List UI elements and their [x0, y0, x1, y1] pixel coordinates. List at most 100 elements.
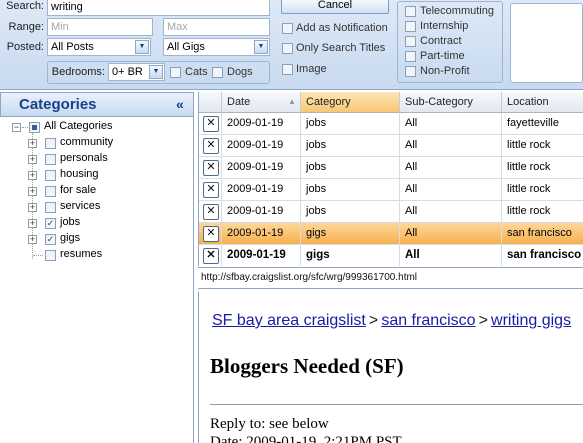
community-checkbox[interactable]: [45, 138, 56, 149]
cell-location: san francisco: [502, 223, 583, 245]
internship-checkbox[interactable]: [405, 21, 416, 32]
only-titles-checkbox[interactable]: [282, 43, 293, 54]
tree-item-resumes[interactable]: resumes: [60, 248, 102, 264]
posted-select[interactable]: All Posts ▼: [47, 38, 151, 56]
partial-check-icon: [32, 125, 37, 130]
column-header-location[interactable]: Location: [502, 92, 583, 113]
jobs-checkbox[interactable]: ✓: [45, 218, 56, 229]
tree-item-jobs[interactable]: jobs: [60, 216, 80, 232]
delete-row-icon[interactable]: ✕: [203, 182, 219, 198]
expand-icon[interactable]: +: [28, 139, 37, 148]
gigs-select-value: All Gigs: [167, 41, 205, 53]
column-header-category-label: Category: [306, 96, 351, 108]
only-titles-label: Only Search Titles: [296, 42, 386, 54]
column-header-subcategory[interactable]: Sub-Category: [400, 92, 502, 113]
range-max-input[interactable]: Max: [163, 18, 270, 36]
gigs-checkbox[interactable]: ✓: [45, 234, 56, 245]
part-time-checkbox[interactable]: [405, 51, 416, 62]
chevron-down-icon[interactable]: ▼: [149, 65, 163, 79]
chevron-down-icon[interactable]: ▼: [254, 40, 268, 54]
breadcrumb-link-sfbay[interactable]: SF bay area craigslist: [212, 312, 366, 329]
image-checkbox[interactable]: [282, 64, 293, 75]
table-row[interactable]: ✕ 2009-01-19 gigs All san francisco: [199, 223, 583, 245]
sort-asc-icon: ▲: [288, 97, 296, 106]
cats-checkbox[interactable]: [170, 67, 181, 78]
listings-grid: Date ▲ Category Sub-Category Location ✕ 2…: [198, 92, 583, 266]
table-row[interactable]: ✕ 2009-01-19 gigs All san francisco: [199, 245, 583, 266]
add-notification-checkbox[interactable]: [282, 23, 293, 34]
chevron-down-icon[interactable]: ▼: [135, 40, 149, 54]
expand-icon[interactable]: +: [28, 219, 37, 228]
table-row[interactable]: ✕ 2009-01-19 jobs All little rock: [199, 201, 583, 223]
table-row[interactable]: ✕ 2009-01-19 jobs All little rock: [199, 179, 583, 201]
expand-icon[interactable]: +: [28, 187, 37, 196]
listing-preview: SF bay area craigslist > san francisco >…: [198, 292, 583, 443]
collapse-panel-icon[interactable]: «: [176, 96, 184, 112]
tree-item-gigs[interactable]: gigs: [60, 232, 80, 248]
telecommuting-checkbox[interactable]: [405, 6, 416, 17]
all-categories-checkbox[interactable]: [29, 122, 40, 133]
contract-label: Contract: [420, 35, 462, 47]
tree-item-for-sale[interactable]: for sale: [60, 184, 96, 200]
cancel-button[interactable]: Cancel: [281, 0, 389, 14]
breadcrumb-separator: >: [478, 312, 488, 329]
posted-label: Posted:: [6, 41, 44, 53]
personals-checkbox[interactable]: [45, 154, 56, 165]
delete-row-icon[interactable]: ✕: [203, 226, 219, 242]
cell-location: little rock: [502, 157, 583, 179]
image-preview-box: [510, 3, 583, 83]
tree-item-housing[interactable]: housing: [60, 168, 99, 184]
categories-title: Categories: [19, 96, 97, 113]
tree-item-personals[interactable]: personals: [60, 152, 108, 168]
table-row[interactable]: ✕ 2009-01-19 jobs All little rock: [199, 157, 583, 179]
search-panel: Search: writing Range: Min Max Posted: A…: [0, 0, 583, 90]
breadcrumb-link-san-francisco[interactable]: san francisco: [381, 312, 475, 329]
column-header-date[interactable]: Date ▲: [222, 92, 301, 113]
cell-subcategory: All: [400, 223, 502, 245]
tree-connector: [33, 255, 43, 256]
non-profit-checkbox[interactable]: [405, 66, 416, 77]
delete-row-icon[interactable]: ✕: [203, 116, 219, 132]
for-sale-checkbox[interactable]: [45, 186, 56, 197]
tree-item-all-categories[interactable]: All Categories: [44, 120, 112, 136]
tree-item-services[interactable]: services: [60, 200, 100, 216]
add-notification-label: Add as Notification: [296, 22, 388, 34]
contract-checkbox[interactable]: [405, 36, 416, 47]
cell-subcategory: All: [400, 135, 502, 157]
column-header-date-label: Date: [227, 96, 251, 108]
cell-subcategory: All: [400, 245, 502, 266]
delete-row-icon[interactable]: ✕: [203, 138, 219, 154]
url-bar[interactable]: http://sfbay.craigslist.org/sfc/wrg/9993…: [198, 267, 583, 289]
post-title: Bloggers Needed (SF): [210, 354, 404, 378]
column-header-category[interactable]: Category: [301, 92, 400, 113]
bedrooms-select[interactable]: 0+ BR ▼: [108, 63, 165, 81]
delete-row-icon[interactable]: ✕: [203, 204, 219, 220]
expand-icon[interactable]: +: [28, 171, 37, 180]
expand-icon[interactable]: +: [28, 203, 37, 212]
cell-subcategory: All: [400, 179, 502, 201]
services-checkbox[interactable]: [45, 202, 56, 213]
collapse-icon[interactable]: −: [12, 123, 21, 132]
cell-date: 2009-01-19: [222, 157, 301, 179]
dogs-checkbox[interactable]: [212, 67, 223, 78]
delete-row-icon[interactable]: ✕: [203, 248, 219, 264]
resumes-checkbox[interactable]: [45, 250, 56, 261]
gigs-select[interactable]: All Gigs ▼: [163, 38, 270, 56]
post-divider: [210, 404, 583, 405]
housing-checkbox[interactable]: [45, 170, 56, 181]
expand-icon[interactable]: +: [28, 235, 37, 244]
tree-item-community[interactable]: community: [60, 136, 113, 152]
cell-date: 2009-01-19: [222, 201, 301, 223]
search-input[interactable]: writing: [47, 0, 270, 16]
breadcrumb-link-writing-gigs[interactable]: writing gigs: [491, 312, 571, 329]
dogs-label: Dogs: [227, 66, 253, 78]
non-profit-label: Non-Profit: [420, 65, 470, 77]
table-row[interactable]: ✕ 2009-01-19 jobs All fayetteville: [199, 113, 583, 135]
range-min-input[interactable]: Min: [47, 18, 153, 36]
cell-location: fayetteville: [502, 113, 583, 135]
cell-date: 2009-01-19: [222, 223, 301, 245]
table-row[interactable]: ✕ 2009-01-19 jobs All little rock: [199, 135, 583, 157]
cell-category: jobs: [301, 113, 400, 135]
delete-row-icon[interactable]: ✕: [203, 160, 219, 176]
expand-icon[interactable]: +: [28, 155, 37, 164]
